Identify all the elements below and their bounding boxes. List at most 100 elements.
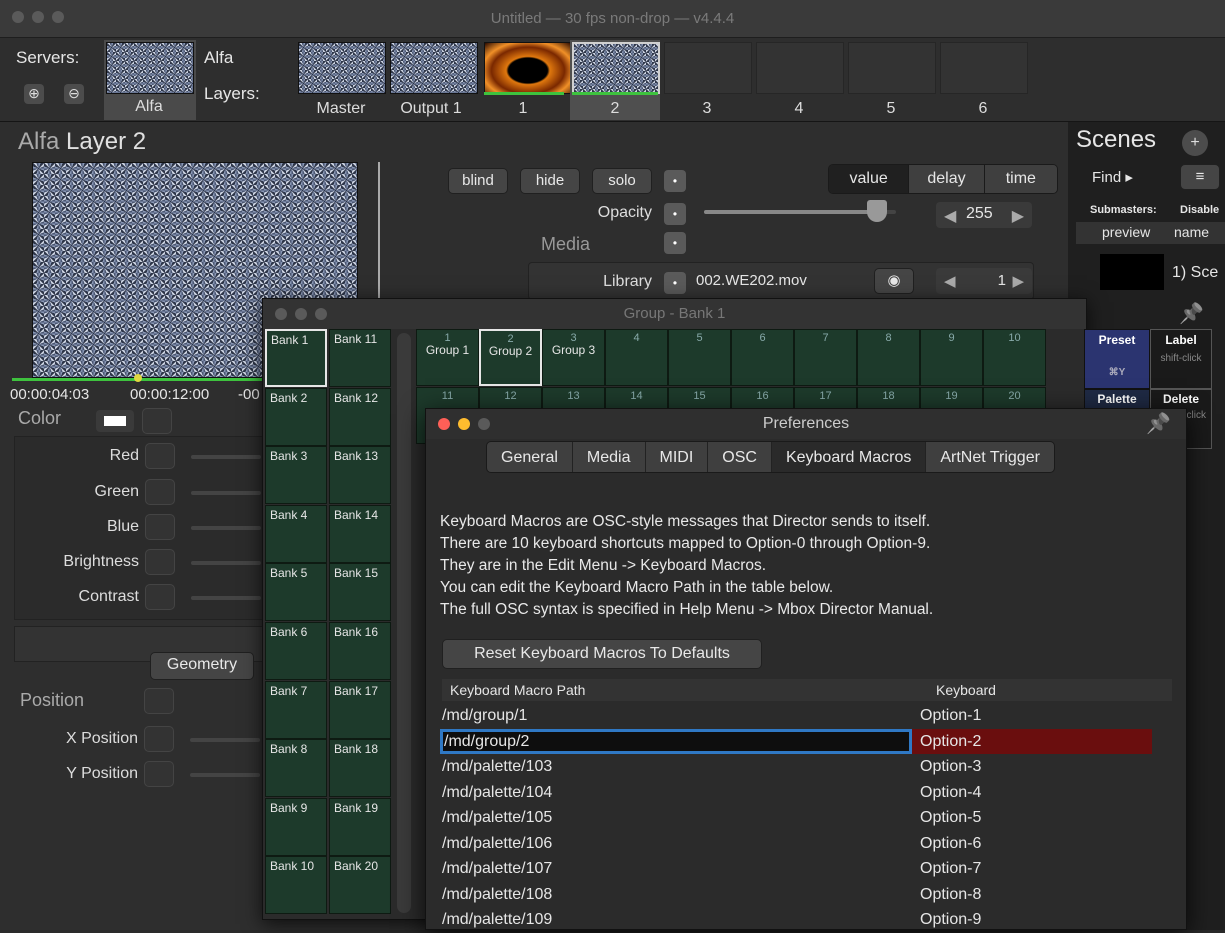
green-slider[interactable] [191, 491, 261, 495]
bank-button[interactable]: Bank 14 [329, 504, 391, 563]
group-cell[interactable]: 2 Group 2 [479, 329, 542, 386]
file-prev-icon[interactable]: ◀ [944, 272, 956, 290]
table-row[interactable]: /md/group/1 Option-1 [422, 703, 1172, 729]
bank-button[interactable]: Bank 8 [265, 739, 327, 798]
layer-slot-3[interactable] [664, 42, 752, 94]
red-slider[interactable] [191, 455, 261, 459]
table-row[interactable]: /md/palette/109 Option-9 [422, 907, 1172, 933]
macro-path-cell[interactable]: /md/palette/107 [422, 856, 912, 882]
layer-slot-4[interactable] [756, 42, 844, 94]
brightness-slider[interactable] [191, 561, 261, 565]
tab-media[interactable]: Media [573, 442, 646, 472]
opacity-slider-knob[interactable] [866, 200, 887, 222]
table-row[interactable]: /md/palette/103 Option-3 [422, 754, 1172, 780]
disable-button[interactable]: Disable [1180, 204, 1219, 216]
solo-button[interactable]: solo [592, 168, 652, 194]
blue-slider[interactable] [191, 526, 261, 530]
bank-button[interactable]: Bank 17 [329, 680, 391, 739]
layer-slot-5[interactable] [848, 42, 936, 94]
group-cell[interactable]: 8 [857, 329, 920, 386]
layer-thumb-1[interactable] [484, 42, 572, 94]
hide-button[interactable]: hide [520, 168, 580, 194]
layer-thumb-master[interactable] [298, 42, 386, 94]
bank-button[interactable]: Bank 10 [265, 856, 327, 915]
bank-button[interactable]: Bank 12 [329, 387, 391, 446]
add-scene-icon[interactable]: + [1182, 130, 1208, 156]
bank-scrollbar[interactable] [397, 333, 411, 913]
media-dot-button[interactable]: • [664, 232, 686, 254]
blue-checkbox[interactable] [145, 514, 175, 540]
green-checkbox[interactable] [145, 479, 175, 505]
group-cell[interactable]: 1 Group 1 [416, 329, 479, 386]
table-row[interactable]: /md/palette/107 Option-7 [422, 856, 1172, 882]
timeline-playhead[interactable] [134, 374, 142, 382]
bank-button[interactable]: Bank 4 [265, 504, 327, 563]
bank-button[interactable]: Bank 11 [329, 329, 391, 387]
x-position-checkbox[interactable] [144, 726, 174, 752]
group-cell[interactable]: 5 [668, 329, 731, 386]
library-dot-button[interactable]: • [664, 272, 686, 294]
bank-button[interactable]: Bank 5 [265, 563, 327, 622]
macro-path-cell[interactable]: /md/palette/104 [422, 780, 912, 806]
macro-path-cell[interactable]: /md/palette/109 [422, 907, 912, 933]
tab-midi[interactable]: MIDI [646, 442, 709, 472]
reset-macros-button[interactable]: Reset Keyboard Macros To Defaults [442, 639, 762, 669]
macro-path-cell[interactable]: /md/group/1 [422, 703, 912, 729]
contrast-checkbox[interactable] [145, 584, 175, 610]
pin-icon[interactable]: 📌 [1146, 411, 1171, 436]
macro-path-cell[interactable]: /md/palette/103 [422, 754, 912, 780]
bank-button[interactable]: Bank 6 [265, 622, 327, 680]
bank-button[interactable]: Bank 19 [329, 797, 391, 856]
eye-icon[interactable]: ◉ [874, 268, 914, 294]
scene-name[interactable]: 1) Sce [1172, 264, 1218, 282]
position-toggle[interactable] [144, 688, 174, 714]
file-next-icon[interactable]: ▶ [1012, 272, 1024, 290]
color-swatch[interactable] [96, 410, 134, 432]
layer-thumb-2[interactable] [572, 42, 660, 94]
x-position-slider[interactable] [190, 738, 260, 742]
tab-artnet-trigger[interactable]: ArtNet Trigger [926, 442, 1054, 472]
macro-path-cell[interactable]: /md/palette/106 [422, 831, 912, 857]
y-position-checkbox[interactable] [144, 761, 174, 787]
preset-button[interactable]: Preset ⌘Y [1084, 329, 1150, 389]
opacity-next-icon[interactable]: ▶ [1012, 206, 1024, 226]
geometry-button[interactable]: Geometry [150, 652, 254, 680]
media-file-name[interactable]: 002.WE202.mov [696, 272, 807, 289]
bank-button[interactable]: Bank 15 [329, 563, 391, 622]
segment-time[interactable]: time [983, 165, 1057, 193]
bank-button[interactable]: Bank 2 [265, 387, 327, 446]
bank-button[interactable]: Bank 9 [265, 797, 327, 856]
find-button[interactable]: Find ▸ [1092, 168, 1133, 186]
bank-button[interactable]: Bank 16 [329, 622, 391, 680]
segment-value[interactable]: value [829, 165, 909, 193]
blind-button[interactable]: blind [448, 168, 508, 194]
bank-button[interactable]: Bank 20 [329, 856, 391, 915]
opacity-dot-button[interactable]: • [664, 203, 686, 225]
table-row[interactable]: /md/palette/106 Option-6 [422, 831, 1172, 857]
table-row[interactable]: /md/palette/104 Option-4 [422, 780, 1172, 806]
y-position-slider[interactable] [190, 773, 260, 777]
scene-preview[interactable] [1100, 254, 1164, 290]
group-cell[interactable]: 7 [794, 329, 857, 386]
group-cell[interactable]: 9 [920, 329, 983, 386]
group-cell[interactable]: 6 [731, 329, 794, 386]
color-toggle[interactable] [142, 408, 172, 434]
macro-path-cell[interactable]: /md/group/2 [440, 728, 912, 754]
bank-button[interactable]: Bank 3 [265, 446, 327, 505]
layer-thumb-output[interactable] [390, 42, 478, 94]
bank-button[interactable]: Bank 1 [265, 329, 327, 387]
brightness-checkbox[interactable] [145, 549, 175, 575]
bank-button[interactable]: Bank 7 [265, 680, 327, 739]
tab-general[interactable]: General [487, 442, 573, 472]
group-cell[interactable]: 10 [983, 329, 1046, 386]
bank-button[interactable]: Bank 18 [329, 739, 391, 798]
group-cell[interactable]: 4 [605, 329, 668, 386]
plus-circle-icon[interactable]: ⊕ [24, 84, 44, 104]
filter-icon[interactable]: ≡ [1180, 164, 1220, 190]
group-cell[interactable]: 3 Group 3 [542, 329, 605, 386]
minus-circle-icon[interactable]: ⊖ [64, 84, 84, 104]
segment-delay[interactable]: delay [908, 165, 984, 193]
red-checkbox[interactable] [145, 443, 175, 469]
bank-button[interactable]: Bank 13 [329, 446, 391, 505]
contrast-slider[interactable] [191, 596, 261, 600]
